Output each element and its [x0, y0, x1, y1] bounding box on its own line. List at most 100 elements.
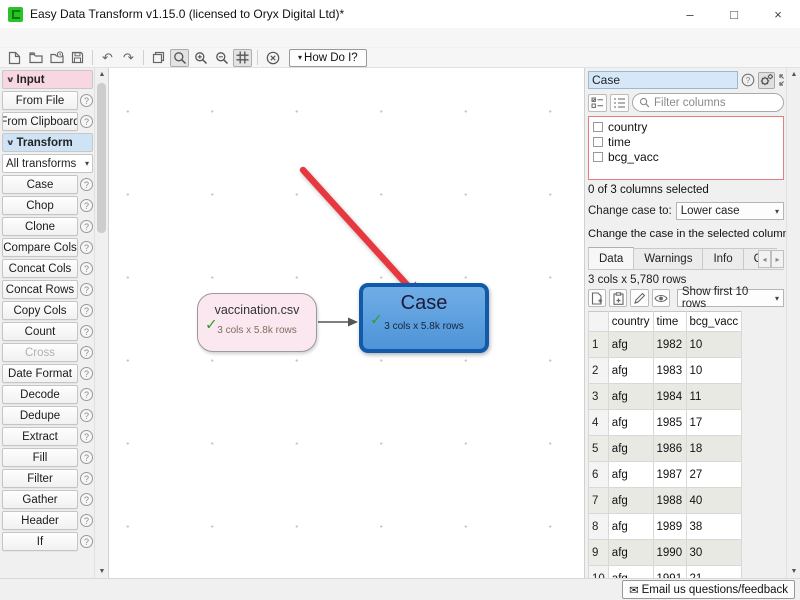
tab-scroll-left-icon[interactable]: ◂ [758, 250, 771, 268]
column-checkbox[interactable] [593, 152, 603, 162]
select-columns-button[interactable] [588, 94, 607, 112]
redo-button[interactable]: ↷ [119, 49, 138, 67]
rows-shown-select[interactable]: Show first 10 rows ▾ [677, 289, 784, 307]
transform-item-button[interactable]: Clone [2, 217, 78, 236]
help-icon[interactable]: ? [80, 472, 93, 485]
column-checkbox[interactable] [593, 137, 603, 147]
table-row[interactable]: 7 afg 1988 40 [589, 488, 742, 514]
cell-time[interactable]: 1982 [653, 332, 686, 358]
help-icon[interactable]: ? [80, 220, 93, 233]
transform-item-button[interactable]: Decode [2, 385, 78, 404]
cell-time[interactable]: 1987 [653, 462, 686, 488]
cell-country[interactable]: afg [608, 462, 653, 488]
scroll-down-icon[interactable]: ▼ [787, 565, 800, 578]
cell-country[interactable]: afg [608, 384, 653, 410]
column-row[interactable]: bcg_vacc [591, 149, 783, 164]
open-recent-button[interactable] [47, 49, 66, 67]
col-header-time[interactable]: time [653, 312, 686, 332]
transform-section-header[interactable]: ∨ Transform [2, 133, 93, 152]
undo-button[interactable]: ↶ [98, 49, 117, 67]
transform-item-button[interactable]: Dedupe [2, 406, 78, 425]
help-icon[interactable]: ? [80, 283, 93, 296]
help-icon[interactable]: ? [80, 178, 93, 191]
preview-button[interactable] [652, 289, 670, 307]
help-icon[interactable]: ? [80, 367, 93, 380]
cell-country[interactable]: afg [608, 566, 653, 579]
change-case-select[interactable]: Lower case ▾ [676, 202, 784, 220]
cell-time[interactable]: 1991 [653, 566, 686, 579]
new-project-button[interactable] [5, 49, 24, 67]
cell-country[interactable]: afg [608, 332, 653, 358]
cell-time[interactable]: 1984 [653, 384, 686, 410]
cell-bcg-vacc[interactable]: 18 [686, 436, 742, 462]
filter-columns-search[interactable]: Filter columns [632, 93, 784, 112]
transform-item-button[interactable]: Concat Rows [2, 280, 78, 299]
transform-filter-select[interactable]: All transforms ▾ [2, 154, 93, 173]
help-icon[interactable]: ? [80, 262, 93, 275]
panel-expand-button[interactable] [777, 72, 786, 89]
cell-country[interactable]: afg [608, 410, 653, 436]
cell-bcg-vacc[interactable]: 10 [686, 332, 742, 358]
right-panel-scrollbar[interactable]: ▲ ▼ [786, 68, 800, 578]
table-row[interactable]: 1 afg 1982 10 [589, 332, 742, 358]
duplicate-button[interactable] [149, 49, 168, 67]
help-icon[interactable]: ? [80, 409, 93, 422]
cell-time[interactable]: 1989 [653, 514, 686, 540]
scroll-down-icon[interactable]: ▼ [95, 565, 109, 578]
transform-item-button[interactable]: Compare Cols [2, 238, 78, 257]
table-row[interactable]: 3 afg 1984 11 [589, 384, 742, 410]
table-row[interactable]: 2 afg 1983 10 [589, 358, 742, 384]
help-icon[interactable]: ? [80, 388, 93, 401]
cell-bcg-vacc[interactable]: 40 [686, 488, 742, 514]
menu-item[interactable] [18, 36, 32, 40]
input-section-header[interactable]: ∨ Input [2, 70, 93, 89]
transform-item-button[interactable]: Gather [2, 490, 78, 509]
zoom-in-button[interactable] [191, 49, 210, 67]
open-project-button[interactable] [26, 49, 45, 67]
how-do-i-button[interactable]: ▾ How Do I? [289, 49, 367, 67]
table-row[interactable]: 9 afg 1990 30 [589, 540, 742, 566]
edit-data-button[interactable] [630, 289, 648, 307]
sidebar-scrollbar[interactable]: ▲ ▼ [94, 68, 108, 578]
help-icon[interactable]: ? [80, 451, 93, 464]
help-icon[interactable]: ? [80, 430, 93, 443]
cell-country[interactable]: afg [608, 358, 653, 384]
column-row[interactable]: time [591, 134, 783, 149]
transform-item-button[interactable]: Concat Cols [2, 259, 78, 278]
help-icon[interactable]: ? [80, 199, 93, 212]
cell-bcg-vacc[interactable]: 21 [686, 566, 742, 579]
menu-item[interactable] [32, 36, 46, 40]
transform-item-button[interactable]: Case [2, 175, 78, 194]
cell-time[interactable]: 1988 [653, 488, 686, 514]
cell-time[interactable]: 1983 [653, 358, 686, 384]
grid-toggle-button[interactable] [233, 49, 252, 67]
table-row[interactable]: 4 afg 1985 17 [589, 410, 742, 436]
transform-item-button[interactable]: If [2, 532, 78, 551]
minimize-button[interactable]: – [668, 0, 712, 28]
transform-item-button[interactable]: Extract [2, 427, 78, 446]
tab-warnings[interactable]: Warnings [633, 248, 703, 269]
help-icon[interactable]: ? [80, 493, 93, 506]
help-icon[interactable]: ? [80, 535, 93, 548]
cell-bcg-vacc[interactable]: 10 [686, 358, 742, 384]
node-name-field[interactable] [588, 71, 738, 89]
menu-item[interactable] [46, 36, 60, 40]
cell-country[interactable]: afg [608, 514, 653, 540]
cell-bcg-vacc[interactable]: 30 [686, 540, 742, 566]
search-toggle-button[interactable] [170, 49, 189, 67]
copy-data-button[interactable] [609, 289, 627, 307]
help-icon[interactable]: ? [80, 346, 93, 359]
cell-time[interactable]: 1990 [653, 540, 686, 566]
transform-item-button[interactable]: Header [2, 511, 78, 530]
input-item-button[interactable]: From Clipboard [2, 112, 78, 131]
panel-help-button[interactable]: ? [740, 72, 756, 89]
cell-country[interactable]: afg [608, 540, 653, 566]
scrollbar-thumb[interactable] [97, 83, 106, 233]
cell-bcg-vacc[interactable]: 38 [686, 514, 742, 540]
table-row[interactable]: 10 afg 1991 21 [589, 566, 742, 579]
col-header-country[interactable]: country [608, 312, 653, 332]
workflow-canvas[interactable]: ✓ vaccination.csv 3 cols x 5.8k rows ✓ C… [108, 68, 585, 578]
export-data-button[interactable] [588, 289, 606, 307]
col-header-bcg-vacc[interactable]: bcg_vacc [686, 312, 742, 332]
transform-item-button[interactable]: Cross [2, 343, 78, 362]
